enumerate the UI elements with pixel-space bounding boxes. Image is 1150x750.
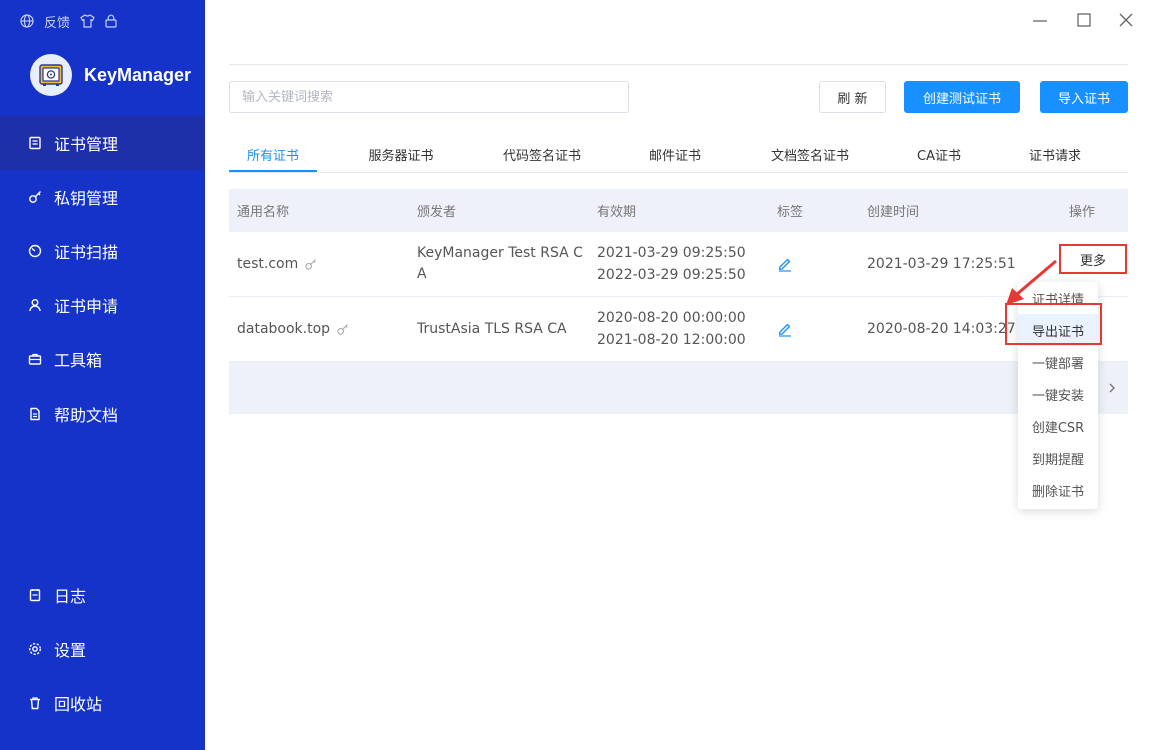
- scan-icon: [26, 242, 44, 260]
- issuer-cell: TrustAsia TLS RSA CA: [417, 297, 583, 361]
- tab-cert-requests[interactable]: 证书请求: [1015, 136, 1095, 172]
- more-button[interactable]: 更多: [1059, 244, 1127, 274]
- search-input[interactable]: [229, 81, 629, 113]
- tab-code-signing-certs[interactable]: 代码签名证书: [487, 136, 597, 172]
- edit-tag-button[interactable]: [777, 232, 793, 296]
- issuer-name: TrustAsia TLS RSA CA: [417, 320, 567, 337]
- toolbox-icon: [26, 350, 44, 368]
- valid-to: 2021-08-20 12:00:00: [597, 332, 746, 348]
- key-icon: [337, 323, 349, 335]
- active-tab-indicator: [229, 170, 317, 172]
- column-header-created: 创建时间: [867, 205, 920, 220]
- tab-ca-certs[interactable]: CA证书: [899, 136, 979, 172]
- sidebar-item-recycle-bin[interactable]: 回收站: [0, 676, 205, 730]
- sidebar-item-label: 证书管理: [54, 135, 119, 154]
- common-name-cell: test.com: [237, 232, 317, 296]
- sidebar-item-cert-scan[interactable]: 证书扫描: [0, 224, 205, 278]
- sidebar-item-settings[interactable]: 设置: [0, 622, 205, 676]
- tab-document-signing-certs[interactable]: 文档签名证书: [755, 136, 865, 172]
- user-icon: [26, 296, 44, 314]
- sidebar-item-label: 设置: [54, 641, 87, 660]
- feedback-link[interactable]: 反馈: [44, 12, 70, 31]
- column-header-tags: 标签: [777, 205, 804, 220]
- sidebar-item-label: 日志: [54, 587, 87, 606]
- sidebar-item-label: 回收站: [54, 695, 103, 714]
- created-cell: 2020-08-20 14:03:27: [867, 321, 1016, 337]
- document-icon: [26, 405, 44, 423]
- menu-item-delete-cert[interactable]: 删除证书: [1018, 474, 1098, 506]
- edit-tag-button[interactable]: [777, 297, 793, 361]
- table-row: databook.top TrustAsia TLS RSA CA 2020-0…: [229, 297, 1128, 362]
- sidebar-item-cert-apply[interactable]: 证书申请: [0, 278, 205, 332]
- sidebar-item-key-management[interactable]: 私钥管理: [0, 170, 205, 224]
- common-name: test.com: [237, 256, 299, 272]
- table-row: test.com KeyManager Test RSA CA 2021-03-…: [229, 232, 1128, 297]
- column-header-common-name: 通用名称: [237, 205, 290, 220]
- sidebar-top-icons: 反馈: [20, 11, 117, 31]
- pencil-icon: [778, 323, 791, 337]
- menu-item-one-click-deploy[interactable]: 一键部署: [1018, 346, 1098, 378]
- column-header-actions: 操作: [1069, 205, 1096, 220]
- sidebar-item-log[interactable]: 日志: [0, 568, 205, 622]
- tab-all-certs[interactable]: 所有证书: [229, 136, 317, 172]
- sidebar-item-label: 证书申请: [54, 297, 119, 316]
- minimize-button[interactable]: [1028, 8, 1052, 32]
- header-divider: [229, 64, 1128, 65]
- menu-item-one-click-install[interactable]: 一键安装: [1018, 378, 1098, 410]
- sidebar-item-help-docs[interactable]: 帮助文档: [0, 387, 205, 441]
- table-footer: [229, 362, 1128, 414]
- safe-icon: [30, 54, 72, 96]
- menu-item-create-csr[interactable]: 创建CSR: [1018, 410, 1098, 442]
- app-logo: KeyManager: [30, 54, 191, 96]
- sidebar-item-toolbox[interactable]: 工具箱: [0, 332, 205, 386]
- valid-from: 2020-08-20 00:00:00: [597, 310, 746, 326]
- issuer-cell: KeyManager Test RSA CA: [417, 232, 583, 296]
- lock-icon[interactable]: [105, 14, 117, 28]
- gear-icon: [26, 640, 44, 658]
- pencil-icon: [778, 258, 791, 272]
- sidebar-item-label: 私钥管理: [54, 189, 119, 208]
- close-button[interactable]: [1114, 8, 1138, 32]
- valid-to: 2022-03-29 09:25:50: [597, 267, 746, 283]
- globe-icon[interactable]: [20, 14, 34, 28]
- key-icon: [26, 188, 44, 206]
- minimize-icon: [1033, 20, 1047, 22]
- sidebar-item-label: 工具箱: [54, 351, 103, 370]
- sidebar-item-label: 证书扫描: [54, 243, 119, 262]
- chevron-right-icon[interactable]: [1107, 382, 1117, 394]
- column-header-validity: 有效期: [597, 205, 637, 220]
- import-cert-button[interactable]: 导入证书: [1040, 81, 1128, 113]
- table-header: 通用名称 颁发者 有效期 标签 创建时间 操作: [229, 189, 1128, 232]
- maximize-icon: [1077, 13, 1091, 27]
- sidebar-item-cert-management[interactable]: 证书管理: [0, 116, 205, 170]
- cert-type-tabs: 所有证书 服务器证书 代码签名证书 邮件证书 文档签名证书 CA证书 证书请求: [229, 136, 1128, 173]
- create-test-cert-button[interactable]: 创建测试证书: [904, 81, 1020, 113]
- key-icon: [305, 258, 317, 270]
- app-name: KeyManager: [84, 64, 192, 85]
- more-actions-menu: 证书详情 导出证书 一键部署 一键安装 创建CSR 到期提醒 删除证书: [1018, 282, 1098, 509]
- validity-cell: 2020-08-20 00:00:00 2021-08-20 12:00:00: [597, 297, 746, 361]
- sidebar-item-label: 帮助文档: [54, 406, 119, 425]
- column-header-issuer: 颁发者: [417, 205, 457, 220]
- valid-from: 2021-03-29 09:25:50: [597, 245, 746, 261]
- certificate-icon: [26, 134, 44, 152]
- maximize-button[interactable]: [1072, 8, 1096, 32]
- validity-cell: 2021-03-29 09:25:50 2022-03-29 09:25:50: [597, 232, 746, 296]
- shirt-icon[interactable]: [80, 14, 95, 28]
- menu-item-expiry-reminder[interactable]: 到期提醒: [1018, 442, 1098, 474]
- common-name: databook.top: [237, 321, 331, 337]
- log-icon: [26, 586, 44, 604]
- issuer-name: KeyManager Test RSA CA: [417, 245, 583, 282]
- menu-item-export-cert[interactable]: 导出证书: [1018, 314, 1098, 346]
- annotation-arrow-icon: [1006, 259, 1057, 305]
- refresh-button[interactable]: 刷 新: [819, 81, 886, 113]
- common-name-cell: databook.top: [237, 297, 349, 361]
- close-icon: [1119, 13, 1133, 27]
- created-cell: 2021-03-29 17:25:51: [867, 256, 1016, 272]
- tab-email-certs[interactable]: 邮件证书: [631, 136, 719, 172]
- trash-icon: [26, 694, 44, 712]
- sidebar: 反馈 KeyManager 证书管理 私钥管理 证书扫描 证书申请 工具箱 帮助…: [0, 0, 205, 750]
- tab-server-certs[interactable]: 服务器证书: [351, 136, 451, 172]
